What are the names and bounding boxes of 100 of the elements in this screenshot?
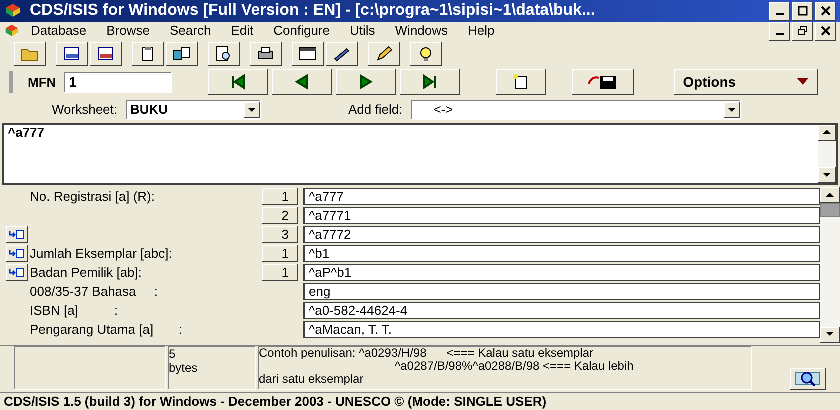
restore-icon xyxy=(798,26,808,36)
menu-item[interactable]: Browse xyxy=(98,23,160,39)
options-dropdown[interactable]: Options xyxy=(674,69,818,96)
repeat-field-button[interactable] xyxy=(6,264,28,282)
add-field-label: Add field: xyxy=(348,101,403,120)
maximize-icon xyxy=(798,6,808,16)
status-text: CDS/ISIS 1.5 (build 3) for Windows - December 2003 - UNESCO © (Mode: SINGLE USER) xyxy=(4,394,547,410)
new-record-button[interactable] xyxy=(496,69,546,96)
hint-text: ^a0287/B/98%^a0288/B/98 <=== Kalau lebih xyxy=(394,360,635,373)
scrollbar[interactable] xyxy=(818,124,836,184)
add-field-dropdown[interactable]: <-> xyxy=(410,100,741,120)
first-record-button[interactable] xyxy=(208,69,268,96)
menu-item[interactable]: Search xyxy=(161,23,220,39)
size-unit: bytes xyxy=(169,360,199,375)
copy-icon xyxy=(173,46,191,62)
document-icon xyxy=(4,24,20,38)
size-value: 5 xyxy=(169,346,177,361)
field-value-input[interactable]: ^a7771 xyxy=(303,207,820,224)
occurrence-number: 3 xyxy=(262,226,298,244)
field-value-input[interactable]: ^b1 xyxy=(303,245,820,262)
occurrence-number: 1 xyxy=(262,188,298,206)
scroll-up-icon xyxy=(826,192,834,198)
first-record-icon xyxy=(229,74,248,90)
menu-item[interactable]: Database xyxy=(22,23,96,39)
field-value-input[interactable]: ^aP^b1 xyxy=(303,264,820,282)
print-button[interactable] xyxy=(250,42,282,66)
field-label: Badan Pemilik [ab]: xyxy=(30,264,142,280)
last-record-button[interactable] xyxy=(400,69,460,96)
field-value-input[interactable]: ^a7772 xyxy=(303,226,820,244)
field-label: Jumlah Eksemplar [abc]: xyxy=(30,246,172,261)
file-icon xyxy=(63,46,81,62)
menu-item[interactable]: Windows xyxy=(386,23,458,39)
window-icon xyxy=(299,46,317,62)
scroll-up-icon xyxy=(823,130,831,136)
window-title: CDS/ISIS for Windows [Full Version : EN] - [c:\progra~1\sipisi~1\data\buk... xyxy=(30,1,596,21)
clipboard-button[interactable] xyxy=(132,42,164,66)
field-value-input[interactable]: ^a0-582-44624-4 xyxy=(303,302,820,320)
app-icon xyxy=(4,3,22,19)
preview-button[interactable] xyxy=(208,42,240,66)
field-label: 008/35-37 Bahasa : xyxy=(30,284,158,299)
minimize-icon xyxy=(776,13,784,15)
close-button[interactable] xyxy=(815,2,836,20)
next-record-button[interactable] xyxy=(336,69,396,96)
minimize-icon xyxy=(776,33,784,35)
sign-button[interactable] xyxy=(326,42,358,66)
field-value-input[interactable]: ^aMacan, T. T. xyxy=(303,321,820,338)
export-text-button[interactable] xyxy=(56,42,88,66)
minimize-button[interactable] xyxy=(769,22,790,40)
scroll-down-icon xyxy=(826,332,834,338)
field-editor-text: ^a777 xyxy=(7,124,46,142)
mfn-field[interactable]: 1 xyxy=(64,72,172,93)
file-icon xyxy=(97,46,115,62)
worksheet-dropdown[interactable]: BUKU xyxy=(126,100,261,120)
scrollbar[interactable] xyxy=(820,187,840,343)
occurrence-number: 2 xyxy=(262,207,298,224)
menu-item[interactable]: Utils xyxy=(341,23,384,39)
menu-item[interactable]: Edit xyxy=(222,23,263,39)
repeat-field-button[interactable] xyxy=(6,226,28,244)
pencil-icon xyxy=(375,46,393,62)
pen-icon xyxy=(333,46,351,62)
hint-text: dari satu eksemplar xyxy=(259,372,365,386)
hint-button[interactable] xyxy=(410,42,442,66)
field-value-input[interactable]: ^a777 xyxy=(303,188,820,206)
occurrence-number: 1 xyxy=(262,245,298,262)
close-button[interactable] xyxy=(815,22,836,40)
grip-icon xyxy=(8,71,14,94)
scroll-thumb[interactable] xyxy=(820,203,840,218)
magnifier-icon xyxy=(215,46,233,62)
menu-item[interactable]: Help xyxy=(459,23,504,39)
restore-button[interactable] xyxy=(792,22,813,40)
field-value-input[interactable]: eng xyxy=(303,283,820,300)
field-label: ISBN [a] : xyxy=(30,302,118,318)
export-rtf-button[interactable] xyxy=(90,42,122,66)
copy-button[interactable] xyxy=(166,42,198,66)
field-editor[interactable]: ^a777 xyxy=(2,122,838,186)
search-icon xyxy=(795,371,821,388)
worksheet-label: Worksheet: xyxy=(52,101,118,120)
save-button[interactable] xyxy=(572,69,634,96)
previous-record-button[interactable] xyxy=(272,69,332,96)
dropdown-arrow-icon xyxy=(728,108,736,113)
occurrence-number: 1 xyxy=(262,264,298,282)
close-icon xyxy=(820,26,830,36)
edit-button[interactable] xyxy=(368,42,400,66)
repeat-icon xyxy=(9,268,25,278)
maximize-button[interactable] xyxy=(792,2,813,20)
open-button[interactable] xyxy=(14,42,46,66)
field-label: Pengarang Utama [a] : xyxy=(30,322,182,337)
repeat-field-button[interactable] xyxy=(6,245,28,262)
new-page-icon xyxy=(512,74,530,90)
printer-icon xyxy=(257,46,275,62)
scroll-down-icon xyxy=(823,172,831,178)
hint-text: Contoh penulisan: ^a0293/H/98 <=== Kalau satu eksemplar xyxy=(259,346,595,360)
mfn-label: MFN xyxy=(28,74,56,92)
menu-item[interactable]: Configure xyxy=(264,23,339,39)
search-button[interactable] xyxy=(790,368,826,390)
repeat-icon xyxy=(9,248,25,259)
minimize-button[interactable] xyxy=(769,2,790,20)
dropdown-arrow-icon xyxy=(797,78,810,86)
display-button[interactable] xyxy=(292,42,324,66)
repeat-icon xyxy=(9,230,25,240)
